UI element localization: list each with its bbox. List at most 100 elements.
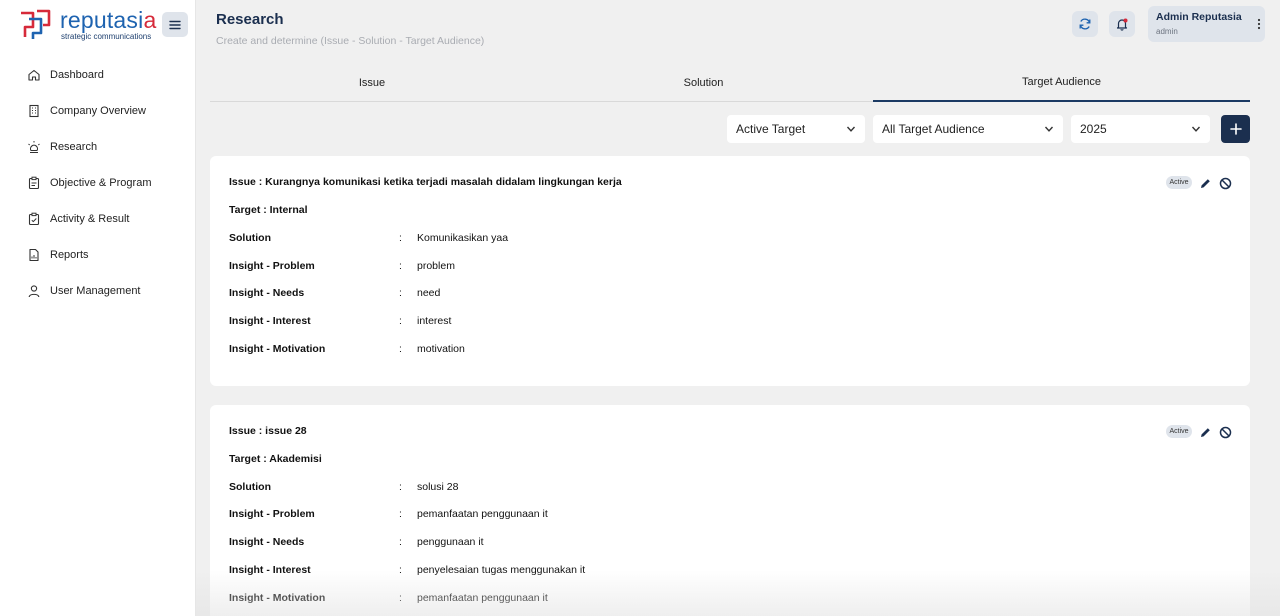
row-colon: : xyxy=(399,564,402,576)
bulb-icon xyxy=(27,140,41,154)
add-target-button[interactable] xyxy=(1221,115,1250,143)
edit-button[interactable] xyxy=(1198,425,1212,439)
pencil-icon xyxy=(1200,178,1210,188)
sidebar-item-label: Activity & Result xyxy=(50,213,130,225)
row-label: Insight - Interest xyxy=(229,564,311,576)
card-issue: Issue : Kurangnya komunikasi ketika terj… xyxy=(229,176,622,188)
chevron-down-icon xyxy=(846,126,856,132)
refresh-icon xyxy=(1079,18,1091,30)
row-colon: : xyxy=(399,536,402,548)
row-colon: : xyxy=(399,260,402,272)
chevron-down-icon xyxy=(1044,126,1054,132)
row-label: Insight - Interest xyxy=(229,315,311,327)
sidebar-item-reports[interactable]: Reports xyxy=(0,237,196,273)
row-value: problem xyxy=(417,260,455,272)
row-value: pemanfaatan penggunaan it xyxy=(417,592,548,604)
year-filter-select[interactable]: 2025 xyxy=(1071,115,1210,143)
home-icon xyxy=(27,68,41,82)
row-value: pemanfaatan penggunaan it xyxy=(417,508,548,520)
row-colon: : xyxy=(399,315,402,327)
brand-name: reputasia xyxy=(60,7,157,33)
deactivate-button[interactable] xyxy=(1218,425,1232,439)
clipboard-check-icon xyxy=(27,212,41,226)
status-badge: Active xyxy=(1166,425,1192,438)
row-colon: : xyxy=(399,481,402,493)
refresh-button[interactable] xyxy=(1072,11,1098,37)
pencil-icon xyxy=(1200,427,1210,437)
row-value: motivation xyxy=(417,343,465,355)
sidebar-item-label: User Management xyxy=(50,285,141,297)
row-value: penggunaan it xyxy=(417,536,484,548)
user-menu[interactable]: Admin Reputasia admin xyxy=(1148,6,1265,42)
card-issue: Issue : issue 28 xyxy=(229,425,307,437)
sidebar-item-activity-result[interactable]: Activity & Result xyxy=(0,201,196,237)
row-label: Insight - Problem xyxy=(229,508,315,520)
block-icon xyxy=(1219,177,1231,189)
row-colon: : xyxy=(399,592,402,604)
sidebar-nav: Dashboard Company Overview Research Obje… xyxy=(0,57,196,309)
sidebar-item-label: Objective & Program xyxy=(50,177,152,189)
user-icon xyxy=(27,284,41,298)
row-value: penyelesaian tugas menggunakan it xyxy=(417,564,586,576)
row-label: Insight - Motivation xyxy=(229,343,326,355)
row-label: Insight - Problem xyxy=(229,260,315,272)
audience-filter-value: All Target Audience xyxy=(882,122,985,136)
status-badge: Active xyxy=(1166,176,1192,189)
user-name: Admin Reputasia xyxy=(1156,11,1242,23)
audience-filter-select[interactable]: All Target Audience xyxy=(873,115,1063,143)
sidebar-item-objective-program[interactable]: Objective & Program xyxy=(0,165,196,201)
block-icon xyxy=(1219,426,1231,438)
more-vertical-icon[interactable] xyxy=(1257,17,1261,31)
logo-mark-icon xyxy=(21,9,51,39)
row-label: Solution xyxy=(229,232,271,244)
row-value: need xyxy=(417,287,441,299)
report-icon xyxy=(27,248,41,262)
card-target: Target : Internal xyxy=(229,204,308,216)
tab-issue[interactable]: Issue xyxy=(210,64,534,102)
row-label: Insight - Needs xyxy=(229,287,305,299)
plus-icon xyxy=(1229,123,1242,135)
row-value: Komunikasikan yaa xyxy=(417,232,509,244)
sidebar-item-label: Company Overview xyxy=(50,105,146,117)
page-title: Research xyxy=(216,11,284,28)
row-colon: : xyxy=(399,287,402,299)
building-icon xyxy=(27,104,41,118)
row-value: solusi 28 xyxy=(417,481,459,493)
page-subtitle: Create and determine (Issue - Solution -… xyxy=(216,35,485,47)
user-role: admin xyxy=(1156,27,1178,36)
sidebar-toggle-button[interactable] xyxy=(162,12,188,37)
sidebar-item-label: Reports xyxy=(50,249,89,261)
deactivate-button[interactable] xyxy=(1218,176,1232,190)
bell-icon xyxy=(1116,18,1128,31)
sidebar-item-user-management[interactable]: User Management xyxy=(0,273,196,309)
status-filter-value: Active Target xyxy=(736,122,806,136)
sidebar-item-research[interactable]: Research xyxy=(0,129,196,165)
brand-logo[interactable]: reputasia strategic communications xyxy=(17,7,157,42)
hamburger-icon xyxy=(169,20,181,29)
status-filter-select[interactable]: Active Target xyxy=(727,115,865,143)
row-value: interest xyxy=(417,315,452,327)
edit-button[interactable] xyxy=(1198,176,1212,190)
year-filter-value: 2025 xyxy=(1080,122,1107,136)
row-label: Solution xyxy=(229,481,271,493)
card-target: Target : Akademisi xyxy=(229,453,322,465)
tab-target-audience[interactable]: Target Audience xyxy=(873,64,1250,102)
clipboard-icon xyxy=(27,176,41,190)
sidebar-item-label: Dashboard xyxy=(50,69,104,81)
row-colon: : xyxy=(399,343,402,355)
row-colon: : xyxy=(399,508,402,520)
row-colon: : xyxy=(399,232,402,244)
brand-tagline: strategic communications xyxy=(61,32,152,41)
tab-solution[interactable]: Solution xyxy=(534,64,873,102)
sidebar: reputasia strategic communications Dashb… xyxy=(0,0,196,616)
row-label: Insight - Motivation xyxy=(229,592,326,604)
chevron-down-icon xyxy=(1191,126,1201,132)
sidebar-item-label: Research xyxy=(50,141,98,153)
row-label: Insight - Needs xyxy=(229,536,305,548)
research-tabs: Issue Solution Target Audience xyxy=(210,64,1250,102)
target-card: Issue : issue 28 Active Target : Akademi… xyxy=(210,405,1250,616)
target-card: Issue : Kurangnya komunikasi ketika terj… xyxy=(210,156,1250,386)
sidebar-item-company-overview[interactable]: Company Overview xyxy=(0,93,196,129)
sidebar-item-dashboard[interactable]: Dashboard xyxy=(0,57,196,93)
notifications-button[interactable] xyxy=(1109,11,1135,37)
